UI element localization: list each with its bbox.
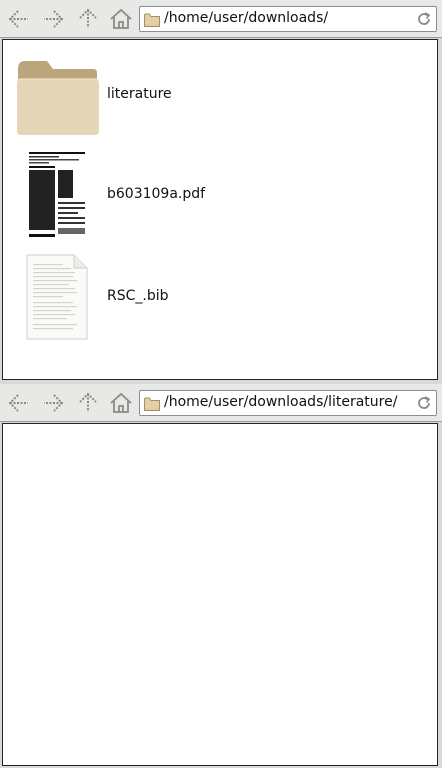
list-item[interactable]: b603109a.pdf bbox=[13, 150, 413, 246]
location-bar[interactable]: /home/user/downloads/ bbox=[139, 6, 437, 32]
back-arrow-icon[interactable] bbox=[6, 6, 32, 32]
text-file-icon bbox=[13, 252, 101, 342]
list-item[interactable]: literature bbox=[13, 50, 413, 146]
file-name: b603109a.pdf bbox=[107, 186, 206, 202]
list-item[interactable]: RSC_.bib bbox=[13, 252, 413, 348]
location-path: /home/user/downloads/ bbox=[164, 10, 329, 26]
up-arrow-icon[interactable] bbox=[75, 6, 101, 32]
reload-icon[interactable] bbox=[416, 11, 432, 31]
forward-arrow-icon[interactable] bbox=[40, 6, 66, 32]
back-arrow-icon[interactable] bbox=[6, 390, 32, 416]
file-name: literature bbox=[107, 86, 172, 102]
up-arrow-icon[interactable] bbox=[75, 390, 101, 416]
top-toolbar: /home/user/downloads/ bbox=[0, 0, 442, 38]
location-path: /home/user/downloads/literature/ bbox=[164, 394, 398, 410]
top-file-view[interactable]: literature b603109a.pdf RSC_.bib bbox=[2, 39, 438, 380]
folder-icon bbox=[13, 50, 101, 140]
location-bar[interactable]: /home/user/downloads/literature/ bbox=[139, 390, 437, 416]
bottom-file-view[interactable] bbox=[2, 423, 438, 766]
location-folder-icon bbox=[144, 396, 160, 415]
location-folder-icon bbox=[144, 12, 160, 31]
reload-icon[interactable] bbox=[416, 395, 432, 415]
forward-arrow-icon[interactable] bbox=[40, 390, 66, 416]
pdf-thumbnail-icon bbox=[13, 150, 101, 240]
home-icon[interactable] bbox=[108, 390, 134, 416]
file-name: RSC_.bib bbox=[107, 288, 169, 304]
bottom-toolbar: /home/user/downloads/literature/ bbox=[0, 384, 442, 422]
home-icon[interactable] bbox=[108, 6, 134, 32]
